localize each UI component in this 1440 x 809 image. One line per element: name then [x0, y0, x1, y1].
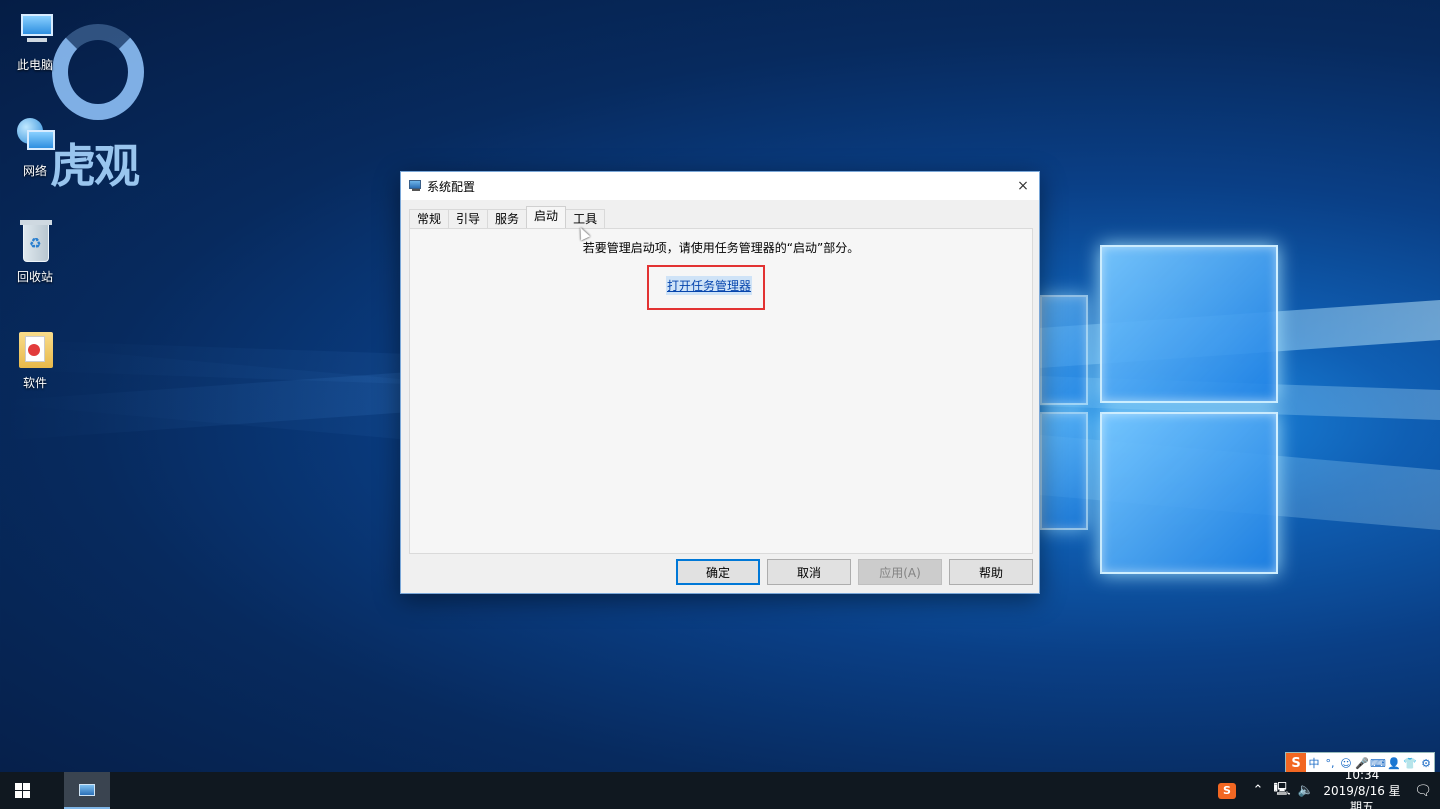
settings-icon[interactable]: ⚙ — [1418, 757, 1434, 770]
desktop-icon-label: 软件 — [22, 376, 47, 390]
system-tray: S ⌃ 🖳 🔈 中 10:34 2019/8/16 星期五 🗨 — [1218, 768, 1440, 809]
msconfig-app-icon — [79, 783, 95, 796]
taskbar-clock[interactable]: 10:34 2019/8/16 星期五 — [1322, 767, 1402, 809]
desktop-icon-software[interactable]: 软件 — [8, 326, 62, 391]
ime-mode-toggle[interactable]: 中 — [1306, 755, 1322, 771]
desktop-icon-label: 回收站 — [16, 270, 53, 284]
taskbar: S ⌃ 🖳 🔈 中 10:34 2019/8/16 星期五 🗨 — [0, 768, 1440, 809]
taskbar-app-system-configuration[interactable] — [64, 772, 110, 809]
network-icon[interactable]: 🖳 — [1270, 780, 1294, 802]
tab-strip: 常规 引导 服务 启动 工具 — [409, 206, 606, 228]
tab-startup[interactable]: 启动 — [526, 206, 567, 228]
network-icon — [13, 114, 57, 158]
dialog-title: 系统配置 — [427, 179, 476, 194]
cancel-button[interactable]: 取消 — [767, 559, 851, 585]
desktop-icon-network[interactable]: 网络 — [8, 114, 62, 179]
this-pc-icon — [13, 8, 57, 52]
apply-button[interactable]: 应用(A) — [858, 559, 942, 585]
clock-date: 2019/8/16 星期五 — [1323, 783, 1401, 809]
dialog-titlebar[interactable]: 系统配置 × — [401, 172, 1039, 200]
tab-general[interactable]: 常规 — [409, 209, 450, 228]
notification-icon[interactable]: 🗨 — [1406, 783, 1440, 799]
folder-icon — [13, 326, 57, 370]
desktop-icon-recycle-bin[interactable]: ♻ 回收站 — [8, 220, 62, 285]
system-configuration-dialog: 系统配置 × 常规 引导 服务 启动 工具 若要管理启动项，请使用任务管理器的“… — [400, 171, 1040, 594]
tab-boot[interactable]: 引导 — [448, 209, 489, 228]
desktop-icon-this-pc[interactable]: 此电脑 — [8, 8, 62, 73]
startup-hint-text: 若要管理启动项，请使用任务管理器的“启动”部分。 — [582, 241, 860, 255]
windows-start-icon — [14, 783, 30, 798]
sogou-logo-icon: S — [1286, 753, 1306, 773]
volume-icon[interactable]: 🔈 — [1294, 783, 1318, 798]
chevron-up-icon[interactable]: ⌃ — [1246, 783, 1270, 798]
wallpaper-windows-logo — [1040, 240, 1280, 575]
start-button[interactable] — [0, 772, 44, 809]
close-icon: × — [1017, 178, 1029, 194]
skin-icon[interactable]: 👕 — [1402, 757, 1418, 770]
desktop-icon-label: 此电脑 — [16, 58, 53, 72]
clock-time: 10:34 — [1344, 767, 1380, 782]
sogou-icon[interactable]: S — [1218, 782, 1236, 799]
recycle-bin-icon: ♻ — [13, 220, 57, 264]
ok-button[interactable]: 确定 — [676, 559, 760, 585]
msconfig-app-icon — [409, 180, 423, 192]
tab-services[interactable]: 服务 — [487, 209, 528, 228]
close-button[interactable]: × — [1007, 172, 1039, 200]
open-task-manager-link[interactable]: 打开任务管理器 — [666, 276, 753, 295]
help-button[interactable]: 帮助 — [949, 559, 1033, 585]
startup-tab-panel: 若要管理启动项，请使用任务管理器的“启动”部分。 打开任务管理器 — [409, 228, 1033, 554]
desktop-icon-label: 网络 — [22, 164, 47, 178]
watermark-text: 虎观 — [50, 139, 140, 193]
